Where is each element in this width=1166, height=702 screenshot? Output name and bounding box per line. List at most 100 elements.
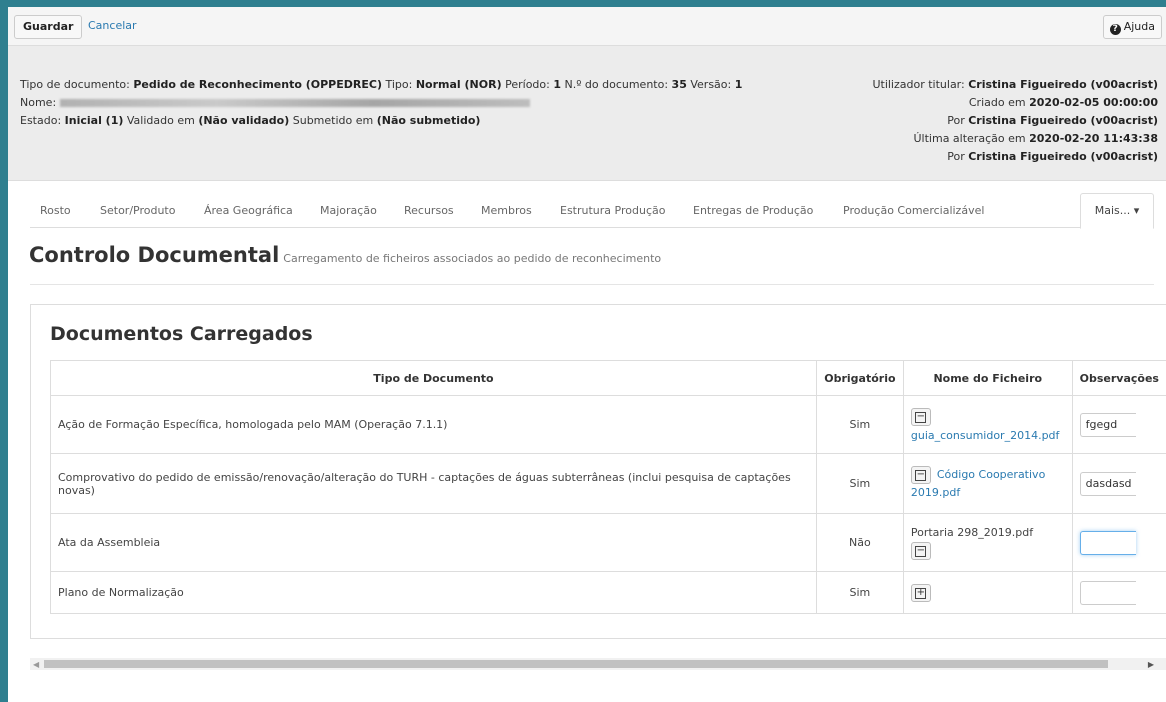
tab-rosto[interactable]: Rosto: [40, 204, 71, 217]
value-doc-number: 35: [671, 78, 687, 91]
tab-entregas-producao[interactable]: Entregas de Produção: [693, 204, 813, 217]
info-created-by: Por Cristina Figueiredo (v00acrist): [872, 112, 1158, 130]
minus-square-icon: −: [915, 468, 927, 481]
info-line-2: Nome:: [20, 94, 742, 112]
table-row: Ação de Formação Específica, homologada …: [50, 395, 1166, 454]
cell-obrigatorio: Sim: [815, 395, 904, 454]
uploaded-documents-panel: Documentos Carregados Tipo de Documento …: [30, 304, 1166, 639]
table-row: Comprovativo do pedido de emissão/renova…: [50, 453, 1166, 514]
cell-ficheiro: − Código Cooperativo 2019.pdf: [902, 453, 1073, 514]
cell-observacoes: [1071, 571, 1166, 614]
remove-file-button[interactable]: −: [910, 407, 931, 426]
page-subtitle: Carregamento de ficheiros associados ao …: [283, 252, 662, 265]
document-info-left: Tipo de documento: Pedido de Reconhecime…: [20, 76, 742, 130]
info-created: Criado em 2020-02-05 00:00:00: [872, 94, 1158, 112]
value-state: Inicial (1): [64, 114, 124, 127]
table-header-row: Tipo de Documento Obrigatório Nome do Fi…: [50, 360, 1166, 396]
observacoes-input[interactable]: [1079, 412, 1136, 437]
cell-tipo: Ata da Assembleia: [50, 513, 817, 572]
label-modified: Última alteração em: [913, 132, 1030, 145]
info-line-1: Tipo de documento: Pedido de Reconhecime…: [20, 76, 742, 94]
tab-recursos[interactable]: Recursos: [404, 204, 454, 217]
page-title: Controlo Documental: [29, 243, 280, 267]
file-name-text: Portaria 298_2019.pdf: [910, 525, 1034, 539]
plus-square-icon: +: [915, 586, 927, 599]
label-period: Período:: [501, 78, 554, 91]
info-modified: Última alteração em 2020-02-20 11:43:38: [872, 130, 1159, 148]
redacted-name: [59, 99, 530, 107]
question-circle-icon: ?: [1109, 24, 1121, 35]
cell-obrigatorio: Não: [815, 513, 904, 572]
value-validated: (Não validado): [198, 114, 290, 127]
help-label: Ajuda: [1123, 20, 1155, 33]
col-header-obrigatorio: Obrigatório: [815, 360, 904, 396]
table-row: Ata da Assembleia Não Portaria 298_2019.…: [50, 513, 1166, 572]
scrollbar-thumb[interactable]: [44, 660, 1108, 668]
save-button[interactable]: Guardar: [14, 15, 83, 39]
add-file-button[interactable]: +: [910, 583, 931, 602]
label-type: Tipo:: [381, 78, 416, 91]
cell-observacoes: [1071, 395, 1166, 454]
tab-membros[interactable]: Membros: [481, 204, 532, 217]
file-link[interactable]: Código Cooperativo 2019.pdf: [911, 468, 1045, 499]
observacoes-input[interactable]: [1079, 471, 1136, 496]
cell-tipo: Comprovativo do pedido de emissão/renova…: [50, 453, 817, 514]
label-owner: Utilizador titular:: [872, 78, 969, 91]
label-validated: Validado em: [123, 114, 199, 127]
label-state: Estado:: [20, 114, 65, 127]
info-line-3: Estado: Inicial (1) Validado em (Não val…: [20, 112, 742, 130]
cell-observacoes: [1071, 513, 1166, 572]
info-modified-by: Por Cristina Figueiredo (v00acrist): [872, 148, 1158, 166]
tab-producao-comercializavel[interactable]: Produção Comercializável: [843, 204, 984, 217]
window-frame-left: [0, 0, 8, 702]
cell-tipo: Plano de Normalização: [50, 571, 817, 614]
document-info-panel: Tipo de documento: Pedido de Reconhecime…: [8, 46, 1166, 181]
documents-table: Tipo de Documento Obrigatório Nome do Fi…: [50, 360, 1166, 614]
label-doc-number: N.º do documento:: [561, 78, 672, 91]
tab-majoracao[interactable]: Majoração: [320, 204, 377, 217]
scroll-right-arrow-icon[interactable]: ▶: [1148, 660, 1154, 669]
label-version: Versão:: [686, 78, 735, 91]
remove-file-button[interactable]: −: [910, 541, 931, 560]
value-created-by: Cristina Figueiredo (v00acrist): [968, 114, 1158, 127]
observacoes-input[interactable]: [1079, 530, 1136, 555]
cell-ficheiro: +: [902, 571, 1073, 614]
minus-square-icon: −: [915, 410, 927, 423]
col-header-ficheiro: Nome do Ficheiro: [902, 360, 1073, 396]
value-submitted: (Não submetido): [376, 114, 481, 127]
divider: [30, 284, 1154, 285]
scroll-left-arrow-icon[interactable]: ◀: [33, 660, 39, 669]
value-doc-type: Pedido de Reconhecimento (OPPEDREC): [133, 78, 382, 91]
info-owner: Utilizador titular: Cristina Figueiredo …: [872, 76, 1158, 94]
value-modified: 2020-02-20 11:43:38: [1029, 132, 1158, 145]
help-button[interactable]: ? Ajuda: [1102, 15, 1162, 39]
page-heading: Controlo Documental Carregamento de fiche…: [29, 243, 661, 267]
minus-square-icon: −: [915, 544, 927, 557]
toolbar: Guardar Cancelar ? Ajuda: [8, 7, 1166, 46]
value-created: 2020-02-05 00:00:00: [1029, 96, 1158, 109]
cell-obrigatorio: Sim: [815, 571, 904, 614]
observacoes-input[interactable]: [1079, 580, 1136, 605]
cancel-link[interactable]: Cancelar: [88, 19, 137, 32]
tab-estrutura-producao[interactable]: Estrutura Produção: [560, 204, 665, 217]
value-type: Normal (NOR): [415, 78, 502, 91]
value-owner: Cristina Figueiredo (v00acrist): [968, 78, 1158, 91]
value-period: 1: [553, 78, 561, 91]
document-info-right: Utilizador titular: Cristina Figueiredo …: [872, 76, 1158, 166]
col-header-tipo: Tipo de Documento: [50, 360, 817, 396]
label-created-by: Por: [947, 114, 969, 127]
horizontal-scrollbar[interactable]: ◀ ▶: [30, 658, 1166, 670]
label-submitted: Submetido em: [289, 114, 377, 127]
tab-more-dropdown[interactable]: Mais... ▾: [1080, 193, 1154, 229]
tab-area-geografica[interactable]: Área Geográfica: [204, 204, 293, 217]
tab-setor-produto[interactable]: Setor/Produto: [100, 204, 175, 217]
cell-obrigatorio: Sim: [815, 453, 904, 514]
label-name: Nome:: [20, 96, 60, 109]
file-link[interactable]: guia_consumidor_2014.pdf: [911, 429, 1060, 442]
value-modified-by: Cristina Figueiredo (v00acrist): [968, 150, 1158, 163]
remove-file-button[interactable]: −: [910, 465, 931, 484]
table-row: Plano de Normalização Sim +: [50, 571, 1166, 614]
cell-ficheiro: − guia_consumidor_2014.pdf: [902, 395, 1073, 454]
label-modified-by: Por: [947, 150, 969, 163]
tab-bar: Rosto Setor/Produto Área Geográfica Majo…: [30, 193, 1154, 229]
